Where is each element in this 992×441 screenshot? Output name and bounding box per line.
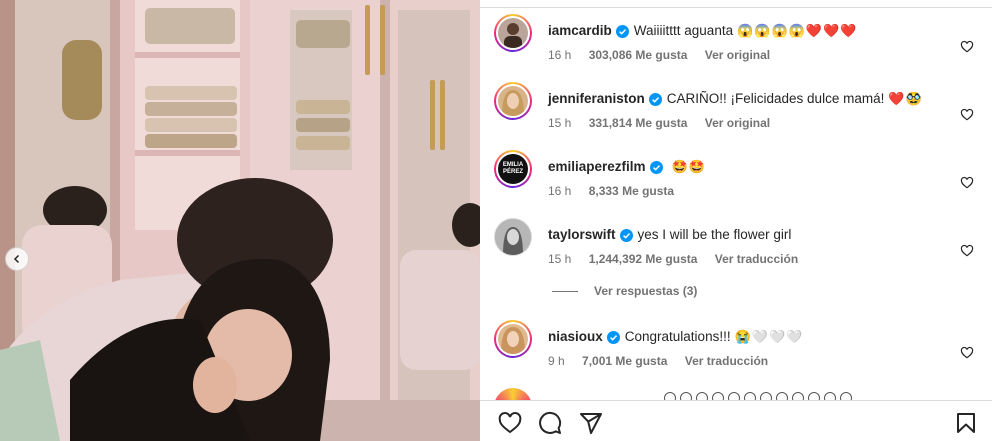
comment-likes[interactable]: 8,333 Me gusta bbox=[589, 184, 674, 198]
verified-badge-icon bbox=[648, 92, 662, 106]
verified-badge-icon bbox=[606, 330, 620, 344]
comment-time[interactable]: 16 h bbox=[548, 48, 571, 62]
comment-likes[interactable]: 303,086 Me gusta bbox=[589, 48, 688, 62]
comment-time[interactable]: 16 h bbox=[548, 184, 571, 198]
comment-text: Waiiiitttt aguanta bbox=[633, 23, 734, 38]
heart-icon[interactable] bbox=[960, 244, 974, 258]
avatar-image: EMILIA PÉREZ bbox=[498, 154, 528, 184]
comment-emojis: 😱😱😱😱❤️❤️❤️ bbox=[737, 23, 858, 38]
view-replies-label: Ver respuestas (3) bbox=[594, 284, 698, 298]
heart-icon[interactable] bbox=[960, 176, 974, 190]
avatar[interactable] bbox=[494, 218, 532, 256]
avatar[interactable]: EMILIA PÉREZ bbox=[494, 150, 532, 188]
see-original-button[interactable]: Ver original bbox=[705, 116, 770, 130]
comment-item: taylorswift yes I will be the flower gir… bbox=[494, 218, 982, 274]
comment-emojis: ❤️🥸 bbox=[888, 91, 923, 106]
avatar[interactable] bbox=[494, 388, 532, 400]
send-icon[interactable] bbox=[579, 411, 603, 435]
partial-emoji-row bbox=[664, 392, 852, 400]
heart-icon[interactable] bbox=[960, 108, 974, 122]
see-translation-button[interactable]: Ver traducción bbox=[685, 354, 768, 368]
avatar[interactable] bbox=[494, 82, 532, 120]
avatar-image bbox=[498, 324, 528, 354]
heart-icon[interactable] bbox=[498, 411, 522, 435]
carousel-prev-button[interactable] bbox=[5, 247, 29, 271]
avatar[interactable] bbox=[494, 14, 532, 52]
comment-text: Congratulations!!! bbox=[624, 329, 731, 344]
verified-badge-icon bbox=[649, 160, 663, 174]
comment-username[interactable]: emiliaperezfilm bbox=[548, 158, 646, 176]
comment-username[interactable]: jenniferaniston bbox=[548, 90, 645, 108]
see-translation-button[interactable]: Ver traducción bbox=[715, 252, 798, 266]
view-replies-button[interactable]: Ver respuestas (3) bbox=[552, 284, 697, 298]
comment-item-partial bbox=[494, 386, 982, 400]
comment-likes[interactable]: 331,814 Me gusta bbox=[589, 116, 688, 130]
comment-likes[interactable]: 7,001 Me gusta bbox=[582, 354, 667, 368]
panel-top-divider bbox=[480, 0, 992, 8]
avatar-image bbox=[498, 86, 528, 116]
comment-item: EMILIA PÉREZ emiliaperezfilm 🤩🤩 16 h 8,3… bbox=[494, 150, 982, 206]
comment-text: yes I will be the flower girl bbox=[637, 227, 792, 242]
post-photo[interactable] bbox=[0, 0, 480, 441]
comment-username[interactable]: taylorswift bbox=[548, 226, 616, 244]
avatar-logo-text: EMILIA PÉREZ bbox=[502, 162, 524, 175]
chevron-left-icon bbox=[13, 254, 20, 264]
avatar-image bbox=[495, 219, 531, 255]
comment-username[interactable]: niasioux bbox=[548, 328, 603, 346]
bookmark-icon[interactable] bbox=[954, 411, 978, 435]
heart-icon[interactable] bbox=[960, 40, 974, 54]
verified-badge-icon bbox=[615, 24, 629, 38]
photo-illustration bbox=[0, 0, 480, 441]
comment-emojis: 🤩🤩 bbox=[671, 159, 706, 174]
heart-icon[interactable] bbox=[960, 346, 974, 360]
comment-icon[interactable] bbox=[538, 411, 562, 435]
post-action-bar bbox=[480, 400, 992, 441]
comment-item: niasioux Congratulations!!! 😭🤍🤍🤍 9 h 7,0… bbox=[494, 320, 982, 376]
see-original-button[interactable]: Ver original bbox=[705, 48, 770, 62]
comment-item: jenniferaniston CARIÑO!! ¡Felicidades du… bbox=[494, 82, 982, 138]
avatar[interactable] bbox=[494, 320, 532, 358]
verified-badge-icon bbox=[619, 228, 633, 242]
comment-text: CARIÑO!! ¡Felicidades dulce mamá! bbox=[666, 91, 885, 106]
comment-time[interactable]: 15 h bbox=[548, 252, 571, 266]
avatar-image bbox=[498, 18, 528, 48]
comment-emojis: 😭🤍🤍🤍 bbox=[734, 329, 804, 344]
replies-divider bbox=[552, 290, 578, 292]
comment-time[interactable]: 9 h bbox=[548, 354, 565, 368]
comment-likes[interactable]: 1,244,392 Me gusta bbox=[589, 252, 698, 266]
comment-time[interactable]: 15 h bbox=[548, 116, 571, 130]
comment-username[interactable]: iamcardib bbox=[548, 22, 612, 40]
comments-panel: iamcardib Waiiiitttt aguanta 😱😱😱😱❤️❤️❤️ … bbox=[480, 0, 992, 441]
comment-item: iamcardib Waiiiitttt aguanta 😱😱😱😱❤️❤️❤️ … bbox=[494, 14, 982, 70]
